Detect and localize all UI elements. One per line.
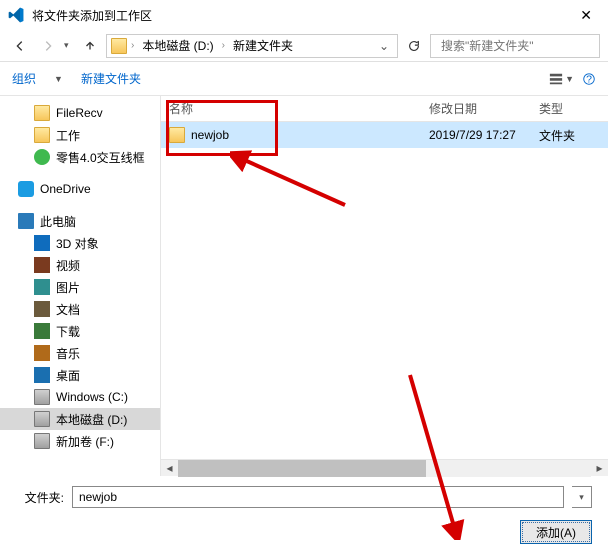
nav-row: ▾ › 本地磁盘 (D:) › 新建文件夹 ⌄ xyxy=(0,30,608,62)
pc-icon xyxy=(18,213,34,229)
folder-icon xyxy=(169,127,185,143)
drive-icon xyxy=(34,389,50,405)
help-button[interactable]: ? xyxy=(582,72,596,86)
scroll-thumb[interactable] xyxy=(178,460,426,477)
chevron-down-icon[interactable]: ▼ xyxy=(54,74,63,84)
refresh-button[interactable] xyxy=(402,34,426,58)
sidebar-item-documents[interactable]: 文档 xyxy=(0,298,160,320)
scroll-left-button[interactable]: ◂ xyxy=(161,460,178,477)
col-name[interactable]: 名称 xyxy=(169,100,429,117)
sidebar-item-thispc[interactable]: 此电脑 xyxy=(0,210,160,232)
cell-type: 文件夹 xyxy=(539,127,589,144)
sidebar-item-retail[interactable]: 零售4.0交互线框 xyxy=(0,146,160,168)
sidebar-item-onedrive[interactable]: OneDrive xyxy=(0,178,160,200)
bottom-panel: 文件夹: ▾ 添加(A) xyxy=(0,476,608,544)
folder-icon xyxy=(34,105,50,121)
horizontal-scrollbar[interactable]: ◂ ▸ xyxy=(161,459,608,476)
folder-icon xyxy=(34,149,50,165)
sidebar-item-music[interactable]: 音乐 xyxy=(0,342,160,364)
chevron-right-icon: › xyxy=(222,40,225,51)
window-title: 将文件夹添加到工作区 xyxy=(32,7,572,24)
button-row: 添加(A) xyxy=(16,520,592,544)
onedrive-icon xyxy=(18,181,34,197)
cell-name: newjob xyxy=(191,128,429,142)
scroll-track[interactable] xyxy=(178,460,591,477)
sidebar: FileRecv 工作 零售4.0交互线框 OneDrive 此电脑 3D 对象… xyxy=(0,96,160,476)
back-button[interactable] xyxy=(8,34,32,58)
chevron-right-icon: › xyxy=(131,40,134,51)
col-date[interactable]: 修改日期 xyxy=(429,100,539,117)
drive-icon xyxy=(34,433,50,449)
body: FileRecv 工作 零售4.0交互线框 OneDrive 此电脑 3D 对象… xyxy=(0,96,608,476)
folder-input[interactable] xyxy=(72,486,564,508)
folder-icon xyxy=(111,38,127,54)
cell-date: 2019/7/29 17:27 xyxy=(429,128,539,142)
new-folder-button[interactable]: 新建文件夹 xyxy=(81,70,141,87)
toolbar: 组织 ▼ 新建文件夹 ▼ ? xyxy=(0,62,608,96)
history-dropdown[interactable]: ▾ xyxy=(64,40,74,51)
folder-input-dropdown[interactable]: ▾ xyxy=(572,486,592,508)
col-type[interactable]: 类型 xyxy=(539,100,589,117)
breadcrumb[interactable]: › 本地磁盘 (D:) › 新建文件夹 ⌄ xyxy=(106,34,398,58)
vscode-icon xyxy=(8,7,24,23)
scroll-right-button[interactable]: ▸ xyxy=(591,460,608,477)
sidebar-item-d-drive[interactable]: 本地磁盘 (D:) xyxy=(0,408,160,430)
music-icon xyxy=(34,345,50,361)
sidebar-item-filerecv[interactable]: FileRecv xyxy=(0,102,160,124)
folder-icon xyxy=(34,127,50,143)
search-box[interactable] xyxy=(430,34,600,58)
folder-label: 文件夹: xyxy=(16,489,64,506)
list-empty-area[interactable] xyxy=(161,148,608,459)
file-list: 名称 修改日期 类型 newjob 2019/7/29 17:27 文件夹 ◂ … xyxy=(160,96,608,476)
sidebar-item-downloads[interactable]: 下载 xyxy=(0,320,160,342)
breadcrumb-dropdown[interactable]: ⌄ xyxy=(375,39,393,53)
3d-icon xyxy=(34,235,50,251)
view-button[interactable]: ▼ xyxy=(549,72,574,86)
documents-icon xyxy=(34,301,50,317)
search-input[interactable] xyxy=(441,39,596,53)
pictures-icon xyxy=(34,279,50,295)
sidebar-item-pictures[interactable]: 图片 xyxy=(0,276,160,298)
video-icon xyxy=(34,257,50,273)
forward-button[interactable] xyxy=(36,34,60,58)
svg-text:?: ? xyxy=(586,73,592,85)
sidebar-item-c-drive[interactable]: Windows (C:) xyxy=(0,386,160,408)
sidebar-item-work[interactable]: 工作 xyxy=(0,124,160,146)
downloads-icon xyxy=(34,323,50,339)
list-item[interactable]: newjob 2019/7/29 17:27 文件夹 xyxy=(161,122,608,148)
breadcrumb-item-drive[interactable]: 本地磁盘 (D:) xyxy=(138,37,217,54)
drive-icon xyxy=(34,411,50,427)
close-button[interactable]: ✕ xyxy=(572,7,600,24)
breadcrumb-item-folder[interactable]: 新建文件夹 xyxy=(229,37,297,54)
sidebar-item-desktop[interactable]: 桌面 xyxy=(0,364,160,386)
sidebar-item-f-drive[interactable]: 新加卷 (F:) xyxy=(0,430,160,452)
desktop-icon xyxy=(34,367,50,383)
up-button[interactable] xyxy=(78,34,102,58)
sidebar-item-video[interactable]: 视频 xyxy=(0,254,160,276)
add-button[interactable]: 添加(A) xyxy=(520,520,592,544)
organize-button[interactable]: 组织 xyxy=(12,70,36,87)
sidebar-item-3d[interactable]: 3D 对象 xyxy=(0,232,160,254)
title-bar: 将文件夹添加到工作区 ✕ xyxy=(0,0,608,30)
list-header: 名称 修改日期 类型 xyxy=(161,96,608,122)
folder-input-row: 文件夹: ▾ xyxy=(16,486,592,508)
